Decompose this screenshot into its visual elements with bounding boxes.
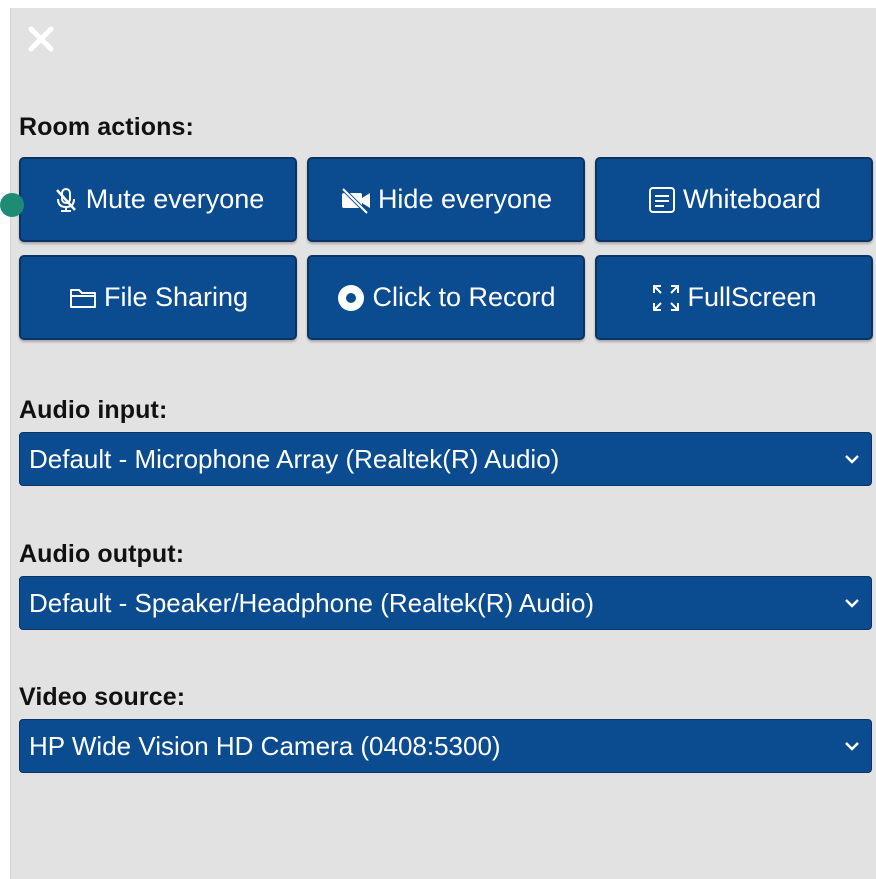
close-button[interactable]: [26, 24, 56, 54]
audio-input-label: Audio input:: [19, 396, 168, 424]
audio-input-select[interactable]: Default - Microphone Array (Realtek(R) A…: [19, 432, 872, 486]
mute-everyone-label: Mute everyone: [85, 184, 265, 214]
record-label: Click to Record: [372, 282, 556, 312]
whiteboard-label: Whiteboard: [682, 184, 822, 214]
fullscreen-icon: [651, 283, 681, 313]
fullscreen-label: FullScreen: [687, 282, 817, 312]
record-button[interactable]: Click to Record: [307, 255, 585, 340]
hide-everyone-button[interactable]: Hide everyone: [307, 157, 585, 242]
room-actions-label: Room actions:: [19, 113, 194, 141]
audio-output-select[interactable]: Default - Speaker/Headphone (Realtek(R) …: [19, 576, 872, 630]
video-source-label: Video source:: [19, 683, 186, 711]
audio-output-value: Default - Speaker/Headphone (Realtek(R) …: [29, 587, 595, 618]
audio-output-label: Audio output:: [19, 540, 185, 568]
video-source-select[interactable]: HP Wide Vision HD Camera (0408:5300): [19, 719, 872, 773]
file-sharing-button[interactable]: File Sharing: [19, 255, 297, 340]
record-icon: [336, 283, 366, 313]
whiteboard-button[interactable]: Whiteboard: [595, 157, 873, 242]
close-icon: [28, 26, 54, 52]
whiteboard-icon: [647, 185, 677, 215]
hide-everyone-label: Hide everyone: [377, 184, 553, 214]
video-off-icon: [340, 186, 372, 214]
chevron-down-icon: [841, 592, 863, 614]
chevron-down-icon: [841, 735, 863, 757]
video-source-value: HP Wide Vision HD Camera (0408:5300): [29, 730, 501, 761]
mic-off-icon: [52, 186, 80, 214]
chevron-down-icon: [841, 448, 863, 470]
audio-input-value: Default - Microphone Array (Realtek(R) A…: [29, 443, 560, 474]
file-sharing-label: File Sharing: [103, 282, 249, 312]
mute-everyone-button[interactable]: Mute everyone: [19, 157, 297, 242]
cursor-marker: [0, 193, 24, 217]
folder-icon: [68, 285, 98, 311]
fullscreen-button[interactable]: FullScreen: [595, 255, 873, 340]
